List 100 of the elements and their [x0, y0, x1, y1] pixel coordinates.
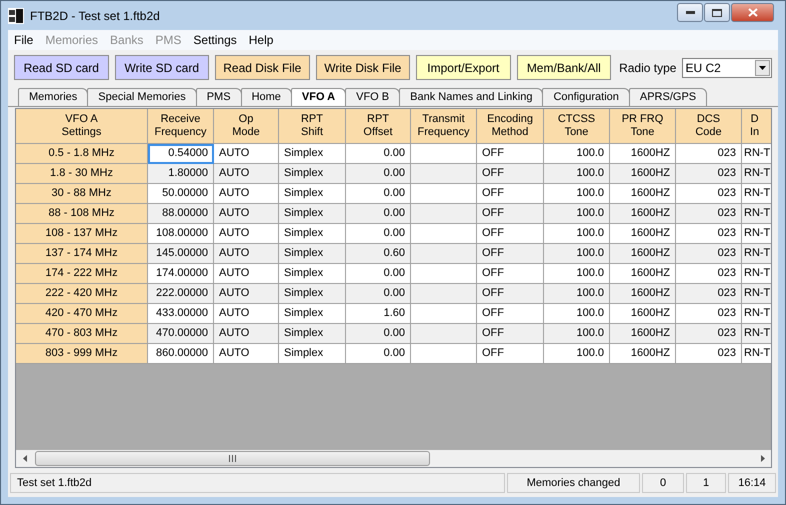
table-cell[interactable]: OFF: [477, 324, 544, 344]
table-cell[interactable]: Simplex: [279, 344, 346, 364]
table-cell[interactable]: 100.0: [544, 304, 610, 324]
table-cell[interactable]: 023: [676, 264, 742, 284]
table-cell[interactable]: AUTO: [214, 344, 279, 364]
table-cell[interactable]: 023: [676, 164, 742, 184]
table-cell[interactable]: 860.00000: [148, 344, 214, 364]
menu-item[interactable]: Help: [242, 33, 280, 47]
table-cell[interactable]: 023: [676, 304, 742, 324]
table-cell[interactable]: OFF: [477, 244, 544, 264]
scrollbar-thumb[interactable]: [35, 451, 430, 466]
table-cell[interactable]: RN-T: [742, 344, 771, 364]
table-cell[interactable]: 023: [676, 324, 742, 344]
table-cell[interactable]: RN-T: [742, 304, 771, 324]
toolbar-button[interactable]: Import/Export: [416, 55, 511, 80]
table-cell[interactable]: Simplex: [279, 224, 346, 244]
table-cell[interactable]: 100.0: [544, 204, 610, 224]
toolbar-button[interactable]: Read Disk File: [215, 55, 310, 80]
table-cell[interactable]: 1600HZ: [610, 324, 676, 344]
table-cell[interactable]: AUTO: [214, 244, 279, 264]
table-cell[interactable]: 1600HZ: [610, 164, 676, 184]
table-cell[interactable]: 0.00: [346, 144, 411, 164]
table-cell[interactable]: [411, 264, 477, 284]
table-cell[interactable]: 1600HZ: [610, 344, 676, 364]
menu-item[interactable]: Settings: [187, 33, 243, 47]
table-cell[interactable]: 108.00000: [148, 224, 214, 244]
toolbar-button[interactable]: Mem/Bank/All: [516, 55, 612, 80]
table-cell[interactable]: AUTO: [214, 284, 279, 304]
table-cell[interactable]: 023: [676, 184, 742, 204]
table-cell[interactable]: AUTO: [214, 184, 279, 204]
close-button[interactable]: [731, 3, 774, 22]
table-cell[interactable]: Simplex: [279, 324, 346, 344]
table-cell[interactable]: 100.0: [544, 284, 610, 304]
table-cell[interactable]: AUTO: [214, 224, 279, 244]
table-cell[interactable]: OFF: [477, 344, 544, 364]
table-cell[interactable]: RN-T: [742, 184, 771, 204]
table-cell[interactable]: AUTO: [214, 304, 279, 324]
table-cell[interactable]: AUTO: [214, 264, 279, 284]
table-cell[interactable]: RN-T: [742, 284, 771, 304]
table-cell[interactable]: OFF: [477, 184, 544, 204]
table-cell[interactable]: RN-T: [742, 144, 771, 164]
table-cell[interactable]: 88.00000: [148, 204, 214, 224]
table-cell[interactable]: 470.00000: [148, 324, 214, 344]
toolbar-button[interactable]: Read SD card: [14, 55, 109, 80]
toolbar-button[interactable]: Write Disk File: [316, 55, 410, 80]
table-cell[interactable]: 1600HZ: [610, 264, 676, 284]
table-cell[interactable]: 1600HZ: [610, 224, 676, 244]
table-cell[interactable]: 023: [676, 204, 742, 224]
table-cell[interactable]: Simplex: [279, 244, 346, 264]
table-cell[interactable]: AUTO: [214, 164, 279, 184]
table-cell[interactable]: 0.60: [346, 244, 411, 264]
table-cell[interactable]: 1.80000: [148, 164, 214, 184]
table-cell[interactable]: [411, 184, 477, 204]
menu-item[interactable]: File: [8, 33, 40, 47]
table-cell[interactable]: 100.0: [544, 164, 610, 184]
table-cell[interactable]: Simplex: [279, 304, 346, 324]
table-cell[interactable]: 1600HZ: [610, 184, 676, 204]
table-cell[interactable]: RN-T: [742, 164, 771, 184]
table-cell[interactable]: 0.00: [346, 164, 411, 184]
table-cell[interactable]: 0.00: [346, 324, 411, 344]
table-cell[interactable]: 100.0: [544, 184, 610, 204]
table-cell[interactable]: 0.00: [346, 184, 411, 204]
table-cell[interactable]: [411, 204, 477, 224]
scroll-right-icon[interactable]: [760, 455, 764, 462]
table-cell[interactable]: RN-T: [742, 264, 771, 284]
tab[interactable]: Memories: [18, 88, 88, 106]
table-cell[interactable]: RN-T: [742, 244, 771, 264]
table-cell[interactable]: [411, 324, 477, 344]
table-cell[interactable]: OFF: [477, 144, 544, 164]
table-cell[interactable]: [411, 244, 477, 264]
table-cell[interactable]: Simplex: [279, 264, 346, 284]
table-cell[interactable]: 1600HZ: [610, 304, 676, 324]
tab[interactable]: APRS/GPS: [628, 88, 708, 106]
table-cell[interactable]: OFF: [477, 204, 544, 224]
table-cell[interactable]: [411, 284, 477, 304]
table-cell[interactable]: 1600HZ: [610, 144, 676, 164]
table-cell[interactable]: 100.0: [544, 224, 610, 244]
maximize-button[interactable]: [704, 3, 730, 22]
table-cell[interactable]: [411, 304, 477, 324]
table-cell[interactable]: 222.00000: [148, 284, 214, 304]
table-cell[interactable]: 0.54000: [148, 144, 214, 164]
table-cell[interactable]: Simplex: [279, 284, 346, 304]
horizontal-scrollbar[interactable]: [16, 450, 771, 467]
table-cell[interactable]: [411, 164, 477, 184]
table-cell[interactable]: 023: [676, 244, 742, 264]
table-cell[interactable]: 023: [676, 224, 742, 244]
table-cell[interactable]: 100.0: [544, 144, 610, 164]
table-cell[interactable]: 0.00: [346, 344, 411, 364]
table-cell[interactable]: AUTO: [214, 324, 279, 344]
table-cell[interactable]: 0.00: [346, 224, 411, 244]
table-cell[interactable]: AUTO: [214, 204, 279, 224]
radio-type-dropdown[interactable]: EU C2: [682, 58, 772, 78]
table-cell[interactable]: Simplex: [279, 204, 346, 224]
table-cell[interactable]: 174.00000: [148, 264, 214, 284]
table-cell[interactable]: 0.00: [346, 204, 411, 224]
table-cell[interactable]: 100.0: [544, 264, 610, 284]
table-cell[interactable]: 100.0: [544, 324, 610, 344]
table-cell[interactable]: OFF: [477, 164, 544, 184]
tab[interactable]: VFO A: [290, 88, 346, 106]
table-cell[interactable]: 1.60: [346, 304, 411, 324]
